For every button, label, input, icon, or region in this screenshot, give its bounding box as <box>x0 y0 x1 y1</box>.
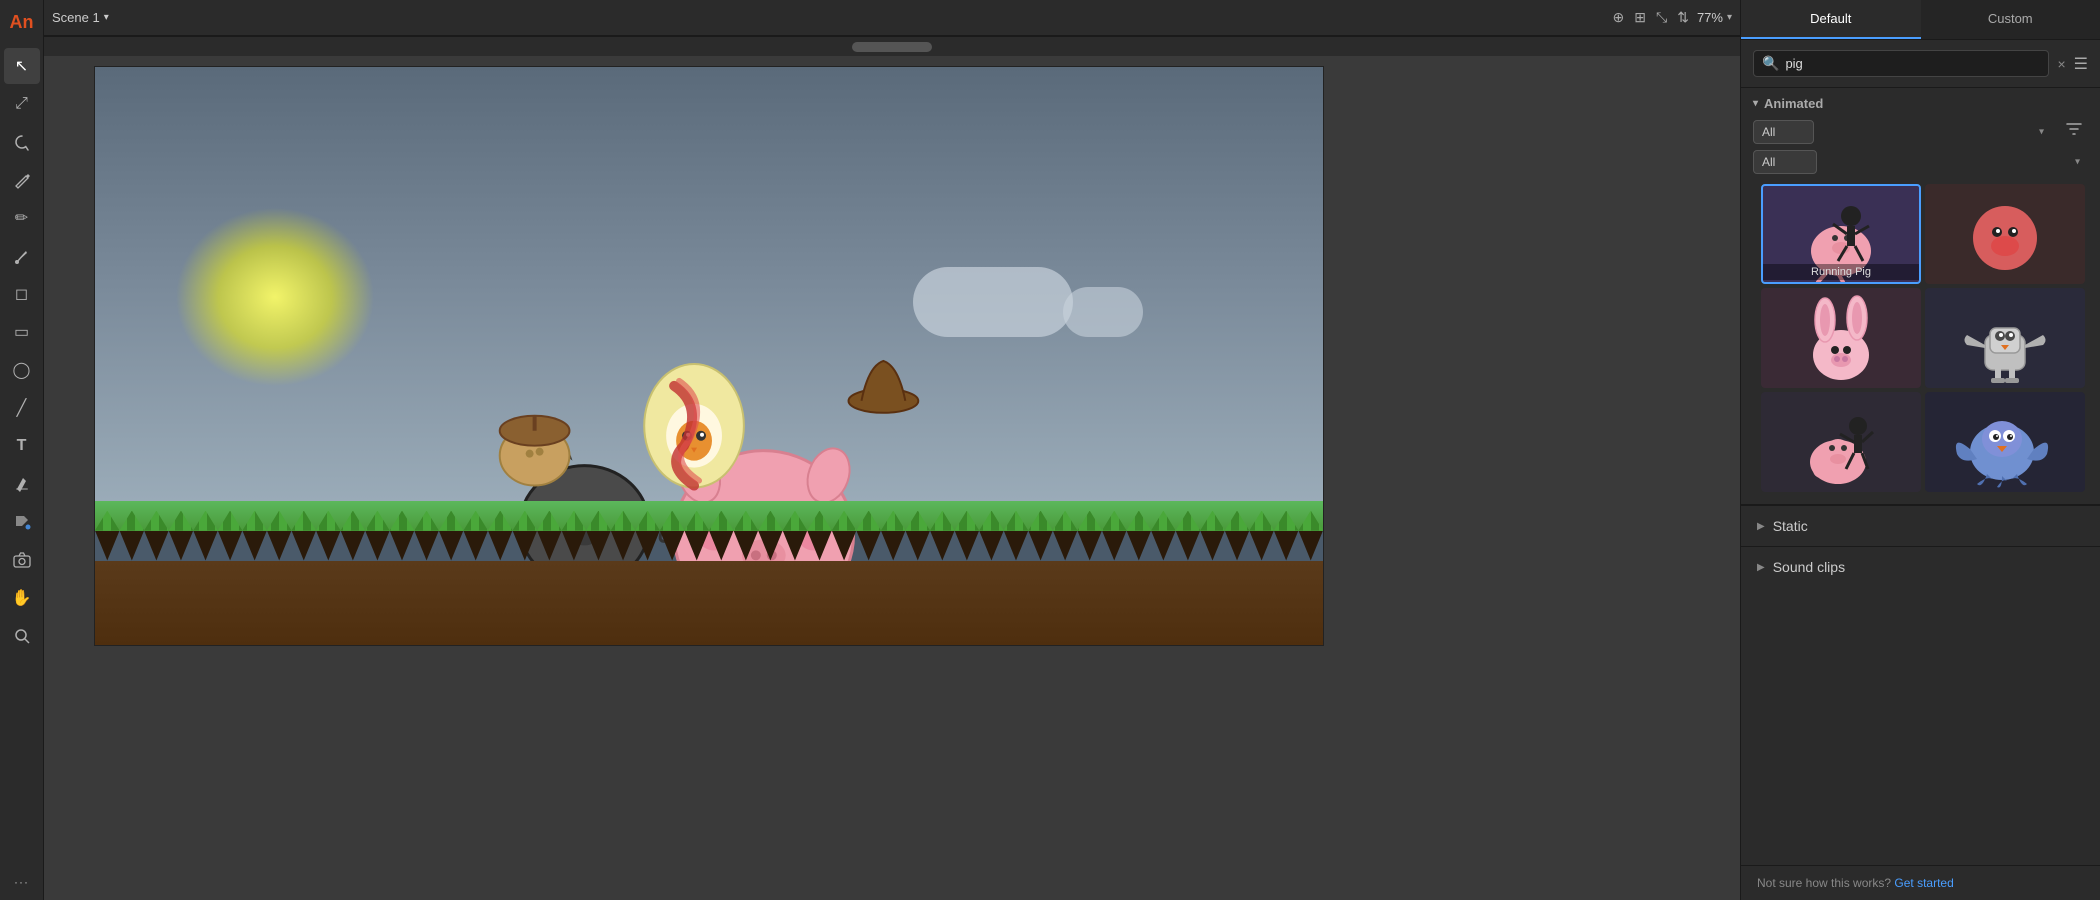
left-toolbar: An ↖ ⤢ ✏ ◻ ▭ ◯ ╱ T ✋ ··· <box>0 0 44 900</box>
camera-tool[interactable] <box>4 542 40 578</box>
scene-name-label: Scene 1 <box>52 10 100 25</box>
scene-dropdown-icon: ▾ <box>104 12 109 23</box>
panel-tabs: Default Custom <box>1741 0 2100 40</box>
static-section: ▶ Static <box>1741 505 2100 546</box>
animated-section-title: Animated <box>1764 96 1823 111</box>
canvas-scrollbar-area <box>44 36 1740 56</box>
type-filter-select[interactable]: All Animals People Objects <box>1753 120 1814 144</box>
static-section-title: Static <box>1773 518 1808 534</box>
asset-running-pig-label: Running Pig <box>1763 264 1919 280</box>
search-icon: 🔍 <box>1762 55 1779 72</box>
get-started-link[interactable]: Get started <box>1894 876 1953 890</box>
tab-custom[interactable]: Custom <box>1921 0 2100 39</box>
text-tool[interactable]: T <box>4 428 40 464</box>
static-chevron-icon: ▶ <box>1757 521 1765 532</box>
top-bar: Scene 1 ▾ ⊕ ⊞ ⤡ ⇅ 77% ▾ <box>44 0 1740 36</box>
shape-tool[interactable]: ▭ <box>4 314 40 350</box>
sound-clips-title: Sound clips <box>1773 559 1845 575</box>
transform-tool[interactable]: ⤢ <box>4 86 40 122</box>
zoom-control: 77% ▾ <box>1697 10 1732 25</box>
search-input-wrapper: 🔍 <box>1753 50 2049 77</box>
filter-row-2: All Cartoon Realistic <box>1753 150 2088 174</box>
horizontal-scrollbar[interactable] <box>852 42 932 52</box>
asset-pig-6[interactable] <box>1925 392 2085 492</box>
lasso-tool[interactable] <box>4 124 40 160</box>
ground <box>95 501 1323 646</box>
asset-pig-4[interactable] <box>1925 288 2085 388</box>
filter-button[interactable] <box>2060 119 2088 144</box>
filter-row-1: All Animals People Objects <box>1753 119 2088 144</box>
asset-grid: Running Pig <box>1753 180 2088 496</box>
fill-tool[interactable] <box>4 466 40 502</box>
animated-chevron-icon: ▾ <box>1753 98 1758 109</box>
panel-footer: Not sure how this works? Get started <box>1741 865 2100 900</box>
animated-section-header[interactable]: ▾ Animated <box>1753 96 2088 111</box>
hand-tool[interactable]: ✋ <box>4 580 40 616</box>
align-icon[interactable]: ⊕ <box>1613 9 1625 26</box>
bucket-tool[interactable] <box>4 504 40 540</box>
zoom-tool[interactable] <box>4 618 40 654</box>
search-clear-button[interactable]: × <box>2057 56 2065 72</box>
static-section-header[interactable]: ▶ Static <box>1741 506 2100 546</box>
type-filter-wrapper: All Animals People Objects <box>1753 120 2052 144</box>
eraser-tool[interactable]: ◻ <box>4 276 40 312</box>
brush-tool[interactable] <box>4 238 40 274</box>
asset-running-pig[interactable]: Running Pig <box>1761 184 1921 284</box>
main-area: Scene 1 ▾ ⊕ ⊞ ⤡ ⇅ 77% ▾ <box>44 0 1740 900</box>
toolbar-icons: ⊕ ⊞ ⤡ ⇅ <box>1613 9 1689 26</box>
search-bar: 🔍 × ☰ <box>1741 40 2100 88</box>
scene-selector[interactable]: Scene 1 ▾ <box>52 10 109 25</box>
resize-icon[interactable]: ⤡ <box>1656 9 1667 26</box>
right-panel: Default Custom 🔍 × ☰ ▾ Animated All Anim… <box>1740 0 2100 900</box>
sound-clips-chevron-icon: ▶ <box>1757 562 1765 573</box>
zoom-level-label: 77% <box>1697 10 1723 25</box>
line-tool[interactable]: ╱ <box>4 390 40 426</box>
pen-tool[interactable] <box>4 162 40 198</box>
asset-pig-5[interactable] <box>1761 392 1921 492</box>
style-filter-select[interactable]: All Cartoon Realistic <box>1753 150 1817 174</box>
zoom-dropdown-icon[interactable]: ▾ <box>1727 12 1732 23</box>
stage[interactable] <box>94 66 1324 646</box>
pencil-tool[interactable]: ✏ <box>4 200 40 236</box>
reorder-icon[interactable]: ⇅ <box>1677 9 1689 26</box>
select-tool[interactable]: ↖ <box>4 48 40 84</box>
search-input[interactable] <box>1785 56 2040 71</box>
asset-pig-2[interactable] <box>1925 184 2085 284</box>
tab-default[interactable]: Default <box>1741 0 1921 39</box>
snap-icon[interactable]: ⊞ <box>1634 9 1646 26</box>
oval-tool[interactable]: ◯ <box>4 352 40 388</box>
canvas-area[interactable] <box>44 36 1740 900</box>
animated-section: ▾ Animated All Animals People Objects <box>1741 88 2100 505</box>
footer-hint-text: Not sure how this works? <box>1757 876 1891 890</box>
list-view-icon[interactable]: ☰ <box>2074 54 2088 74</box>
sound-clips-section: ▶ Sound clips <box>1741 546 2100 587</box>
asset-pig-3[interactable] <box>1761 288 1921 388</box>
style-filter-wrapper: All Cartoon Realistic <box>1753 150 2088 174</box>
sound-clips-header[interactable]: ▶ Sound clips <box>1741 547 2100 587</box>
app-logo: An <box>4 4 40 40</box>
more-tools[interactable]: ··· <box>4 864 40 900</box>
